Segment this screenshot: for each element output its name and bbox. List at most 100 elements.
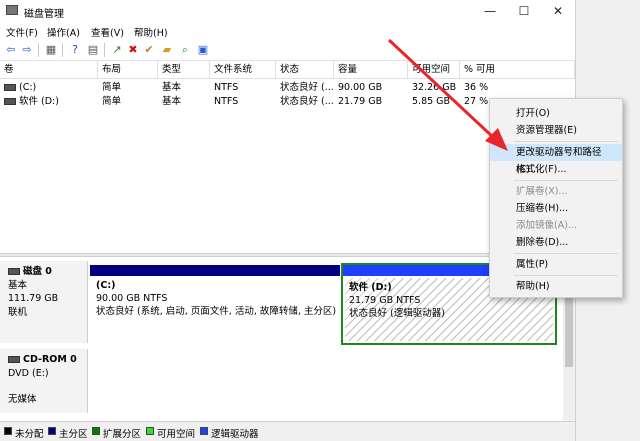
column-header-status[interactable]: 状态 (276, 61, 334, 79)
column-header-type[interactable]: 类型 (158, 61, 210, 79)
partition-d-name: 软件 (D:) (349, 282, 392, 293)
menu-item-extend-volume[interactable]: 扩展卷(X)... (490, 183, 622, 200)
legend-swatch-primary (48, 427, 56, 435)
filesystem-cell: NTFS (214, 96, 239, 107)
menu-separator (514, 275, 618, 276)
disk-0-status: 联机 (8, 306, 28, 318)
legend-bar: 未分配 主分区 扩展分区 可用空间 逻辑驱动器 (0, 421, 575, 441)
menu-separator (514, 180, 618, 181)
toolbar-separator (62, 43, 63, 57)
cdrom-0-title: CD-ROM 0 (8, 353, 87, 367)
connect-icon[interactable]: ↗ (110, 43, 124, 56)
legend-primary: 主分区 (59, 429, 88, 440)
menu-separator (514, 141, 618, 142)
cdrom-icon (8, 356, 20, 363)
column-header-capacity[interactable]: 容量 (334, 61, 408, 79)
free-space-cell: 32.26 GB (412, 82, 457, 93)
layout-cell: 简单 (102, 82, 122, 93)
partition-c[interactable]: (C:) 90.00 GB NTFS 状态良好 (系统, 启动, 页面文件, 活… (90, 265, 340, 345)
disk-0-info[interactable]: 磁盘 0 基本 111.79 GB 联机 (0, 261, 88, 343)
menu-item-open[interactable]: 打开(O) (490, 105, 622, 122)
partition-c-status: 状态良好 (系统, 启动, 页面文件, 活动, 故障转储, 主分区) (96, 306, 337, 317)
forward-arrow-icon[interactable]: ⇨ (20, 43, 34, 56)
menu-item-help[interactable]: 帮助(H) (490, 278, 622, 295)
disk-0-size: 111.79 GB (8, 293, 59, 304)
close-button[interactable]: ✕ (541, 0, 575, 22)
disk-0-name: 磁盘 0 (23, 266, 52, 277)
window-title: 磁盘管理 (24, 9, 64, 20)
disk-icon (8, 268, 20, 275)
console-tree-icon[interactable]: ▦ (44, 43, 58, 56)
back-arrow-icon[interactable]: ⇦ (4, 43, 18, 56)
capacity-cell: 90.00 GB (338, 82, 383, 93)
cdrom-0-info[interactable]: CD-ROM 0 DVD (E:) 无媒体 (0, 349, 88, 413)
folder-icon[interactable]: ▰ (160, 43, 174, 56)
menu-item-change-drive-letter[interactable]: 更改驱动器号和路径(C)... (490, 144, 622, 175)
partition-d-status: 状态良好 (逻辑驱动器) (349, 308, 445, 319)
menu-action[interactable]: 操作(A) (47, 25, 80, 39)
filesystem-cell: NTFS (214, 82, 239, 93)
legend-swatch-unallocated (4, 427, 12, 435)
layout-cell: 简单 (102, 96, 122, 107)
cdrom-0-type: DVD (E:) (8, 367, 49, 379)
delete-icon[interactable]: ✖ (126, 43, 140, 56)
type-cell: 基本 (162, 82, 182, 93)
menu-separator (514, 253, 618, 254)
menu-help[interactable]: 帮助(H) (134, 25, 168, 39)
menu-file[interactable]: 文件(F) (6, 25, 38, 39)
type-cell: 基本 (162, 96, 182, 107)
free-space-cell: 5.85 GB (412, 96, 451, 107)
legend-extended: 扩展分区 (103, 429, 142, 440)
drive-icon (4, 84, 16, 91)
action-pane-icon[interactable]: ▤ (86, 43, 100, 56)
partition-d-text: 软件 (D:) 21.79 GB NTFS 状态良好 (逻辑驱动器) (349, 281, 445, 320)
legend-swatch-free-space (146, 427, 154, 435)
volume-cell: (C:) (4, 81, 96, 94)
toolbar-separator (38, 43, 39, 57)
context-menu: 打开(O) 资源管理器(E) 更改驱动器号和路径(C)... 格式化(F)...… (489, 98, 623, 298)
partition-c-size: 90.00 GB NTFS (96, 293, 168, 304)
legend-free-space: 可用空间 (157, 429, 196, 440)
title-bar: 磁盘管理 — ☐ ✕ (0, 0, 575, 22)
menu-view[interactable]: 查看(V) (91, 25, 124, 39)
properties-icon[interactable]: ▣ (196, 43, 210, 56)
column-header-free-space[interactable]: 可用空间 (408, 61, 460, 79)
column-header-percent-free[interactable]: % 可用 (460, 61, 575, 79)
partition-c-name: (C:) (96, 280, 116, 291)
menu-item-delete-volume[interactable]: 删除卷(D)... (490, 234, 622, 251)
menu-item-format[interactable]: 格式化(F)... (490, 161, 622, 178)
search-icon[interactable]: ⌕ (178, 43, 192, 56)
cdrom-0-status: 无媒体 (8, 394, 37, 405)
legend-unallocated: 未分配 (15, 429, 44, 440)
menu-bar: 文件(F) 操作(A) 查看(V) 帮助(H) (0, 22, 575, 40)
help-icon[interactable]: ? (68, 43, 82, 56)
drive-icon (4, 98, 16, 105)
toolbar-separator (104, 43, 105, 57)
status-cell: 状态良好 (... (280, 96, 333, 107)
status-cell: 状态良好 (... (280, 82, 333, 93)
check-icon[interactable]: ✔ (142, 43, 156, 56)
maximize-button[interactable]: ☐ (507, 0, 541, 22)
disk-0-type: 基本 (8, 279, 28, 291)
cdrom-0-name: CD-ROM 0 (23, 354, 77, 365)
menu-item-shrink-volume[interactable]: 压缩卷(H)... (490, 200, 622, 217)
volume-name: 软件 (D:) (19, 96, 59, 107)
column-header-layout[interactable]: 布局 (98, 61, 158, 79)
legend-logical: 逻辑驱动器 (211, 429, 259, 440)
disk-management-app-icon (6, 5, 18, 15)
menu-item-add-mirror[interactable]: 添加镜像(A)... (490, 217, 622, 234)
capacity-cell: 21.79 GB (338, 96, 383, 107)
percent-free-cell: 36 % (464, 82, 489, 93)
toolbar: ⇦ ⇨ ▦ ? ▤ ↗ ✖ ✔ ▰ ⌕ ▣ (0, 40, 575, 61)
legend-swatch-extended (92, 427, 100, 435)
column-header-volume[interactable]: 卷 (0, 61, 98, 79)
disk-0-title: 磁盘 0 (8, 265, 87, 279)
menu-item-explorer[interactable]: 资源管理器(E) (490, 122, 622, 139)
minimize-button[interactable]: — (473, 0, 507, 22)
menu-item-properties[interactable]: 属性(P) (490, 256, 622, 273)
column-header-filesystem[interactable]: 文件系统 (210, 61, 276, 79)
partition-d-size: 21.79 GB NTFS (349, 295, 421, 306)
legend-swatch-logical (200, 427, 208, 435)
volume-cell: 软件 (D:) (4, 95, 96, 108)
cdrom-0-blank (8, 380, 87, 393)
